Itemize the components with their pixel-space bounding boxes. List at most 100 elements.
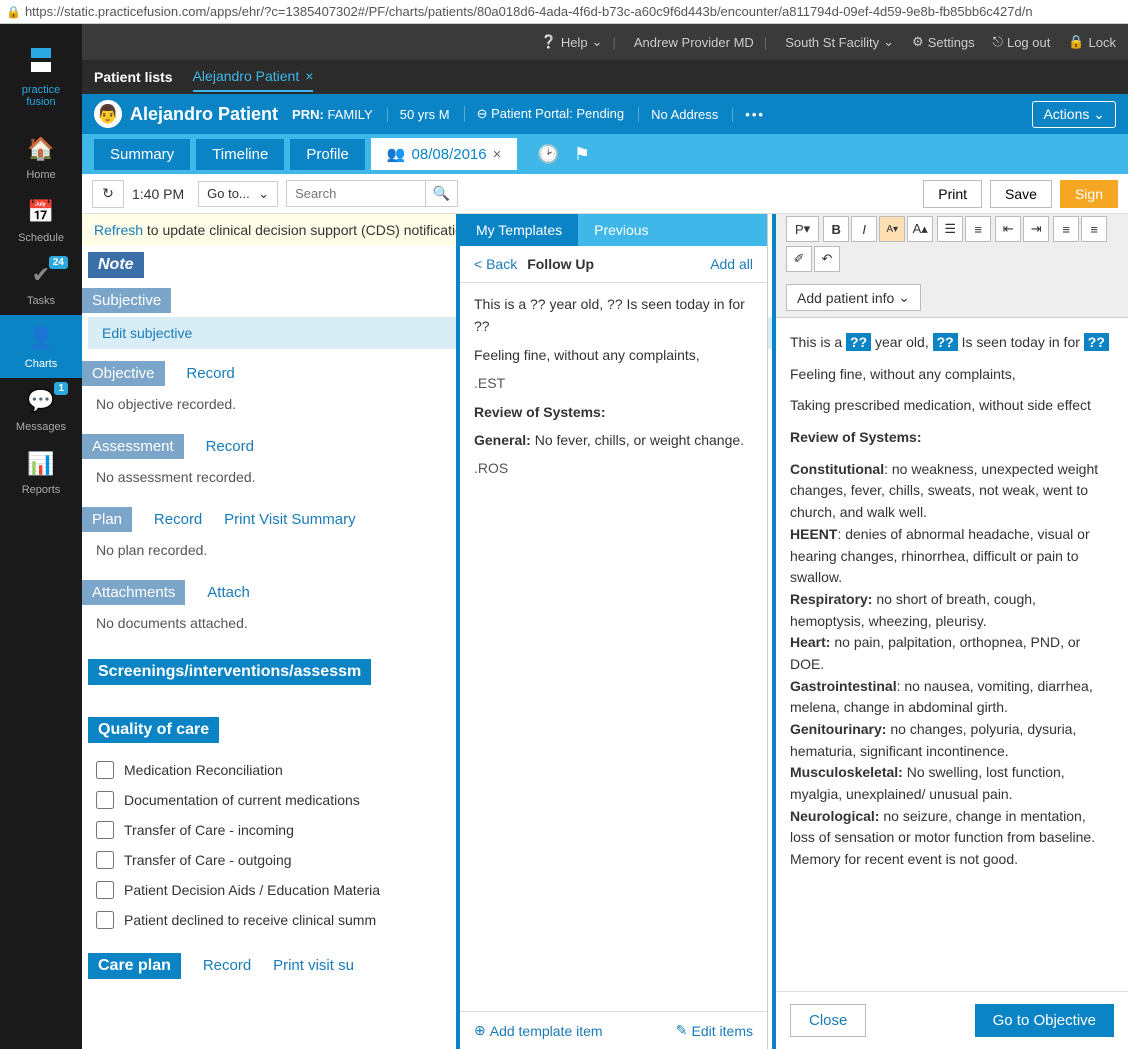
brand-text-1: practice: [21, 84, 61, 96]
print-visit-link[interactable]: Print Visit Summary: [224, 511, 355, 528]
edit-items-link[interactable]: ✎Edit items: [676, 1022, 753, 1039]
subjective-editor[interactable]: This is a ?? year old, ?? Is seen today …: [776, 318, 1128, 991]
search-input[interactable]: [286, 180, 426, 207]
tab-patient-lists[interactable]: Patient lists: [94, 69, 173, 85]
nav-messages[interactable]: 1 💬 Messages: [0, 378, 82, 441]
patient-avatar[interactable]: 👨: [94, 100, 122, 128]
history-icon[interactable]: 🕑: [537, 144, 559, 165]
logout-link[interactable]: ⎋Log out: [993, 34, 1051, 50]
calendar-icon: 📅: [0, 199, 82, 225]
add-all-link[interactable]: Add all: [710, 256, 753, 272]
templates-panel: My Templates Previous < Back Follow Up A…: [456, 214, 768, 1049]
numbered-list-button[interactable]: ≡: [965, 216, 991, 242]
undo-button[interactable]: ↶: [814, 246, 840, 272]
plus-circle-icon: ⊕: [474, 1022, 486, 1039]
nav-tasks-label: Tasks: [27, 295, 55, 307]
qoc-checkbox-3[interactable]: [96, 851, 114, 869]
record-objective-link[interactable]: Record: [186, 365, 234, 382]
placeholder-sex[interactable]: ??: [933, 333, 958, 351]
logo-icon: [21, 40, 61, 80]
plan-header: Plan: [82, 507, 132, 532]
chevron-down-icon: ⌄: [592, 34, 603, 50]
close-button[interactable]: Close: [790, 1004, 866, 1037]
placeholder-reason[interactable]: ??: [1084, 333, 1109, 351]
qoc-checkbox-1[interactable]: [96, 791, 114, 809]
align-left-button[interactable]: ≡: [1053, 216, 1079, 242]
actions-button[interactable]: Actions ⌄: [1032, 101, 1116, 128]
settings-link[interactable]: ⚙Settings: [912, 34, 975, 50]
help-menu[interactable]: ❔Help⌄: [541, 34, 603, 50]
chevron-down-icon: ⌄: [258, 186, 269, 202]
flag-icon[interactable]: ⚑: [574, 144, 590, 165]
attach-link[interactable]: Attach: [207, 584, 250, 601]
brand-logo[interactable]: practice fusion: [21, 32, 61, 116]
record-plan-link[interactable]: Record: [154, 511, 202, 528]
print-visit-lc-link[interactable]: Print visit su: [273, 957, 354, 974]
lock-link[interactable]: 🔒Lock: [1068, 34, 1116, 50]
bullet-list-button[interactable]: ☰: [937, 216, 963, 242]
refresh-icon: ↻: [102, 185, 114, 202]
editor-toolbar: P ▾ B I A▾ A▴ ☰ ≡ ⇤ ⇥: [776, 214, 1128, 318]
logout-icon: ⎋: [993, 34, 1003, 50]
qoc-checkbox-2[interactable]: [96, 821, 114, 839]
qoc-title: Quality of care: [88, 717, 219, 743]
qoc-checkbox-0[interactable]: [96, 761, 114, 779]
tab-encounter[interactable]: 👥 08/08/2016 ×: [371, 138, 518, 170]
age-info: 50 yrs M: [387, 107, 450, 122]
tab-profile[interactable]: Profile: [290, 139, 365, 170]
tab-timeline[interactable]: Timeline: [196, 139, 284, 170]
address-info[interactable]: No Address: [638, 107, 718, 122]
facility-menu[interactable]: South St Facility⌄: [785, 34, 894, 50]
outdent-button[interactable]: ⇤: [995, 216, 1021, 242]
nav-home[interactable]: 🏠 Home: [0, 126, 82, 189]
go-to-objective-button[interactable]: Go to Objective: [975, 1004, 1114, 1037]
workspace-tabs: Patient lists Alejandro Patient ×: [82, 60, 1128, 94]
refresh-button[interactable]: ↻: [92, 180, 124, 208]
user-label[interactable]: Andrew Provider MD: [634, 35, 754, 50]
careplan-title: Care plan: [88, 953, 181, 979]
tab-my-templates[interactable]: My Templates: [460, 214, 578, 246]
font-size-up-button[interactable]: A▴: [907, 216, 933, 242]
refresh-link[interactable]: Refresh: [94, 222, 143, 238]
tab-previous[interactable]: Previous: [578, 214, 664, 246]
template-body[interactable]: This is a ?? year old, ?? Is seen today …: [460, 283, 767, 1011]
more-menu[interactable]: •••: [732, 107, 765, 122]
nav-tasks[interactable]: 24 ✔ Tasks: [0, 252, 82, 315]
nav-reports[interactable]: 📊 Reports: [0, 441, 82, 504]
clear-format-button[interactable]: ✐: [786, 246, 812, 272]
close-icon[interactable]: ×: [305, 68, 313, 84]
chevron-down-icon: ⌄: [1093, 106, 1105, 122]
help-icon: ❔: [541, 34, 557, 50]
italic-button[interactable]: I: [851, 216, 877, 242]
sign-button[interactable]: Sign: [1060, 180, 1118, 208]
nav-charts[interactable]: 👤 Charts: [0, 315, 82, 378]
brand-text-2: fusion: [21, 96, 61, 108]
tab-summary[interactable]: Summary: [94, 139, 190, 170]
save-button[interactable]: Save: [990, 180, 1052, 208]
placeholder-age[interactable]: ??: [846, 333, 871, 351]
portal-info[interactable]: ⊖ Patient Portal: Pending: [464, 106, 625, 122]
record-assessment-link[interactable]: Record: [206, 438, 254, 455]
tab-patient[interactable]: Alejandro Patient ×: [193, 68, 314, 92]
qoc-checkbox-5[interactable]: [96, 911, 114, 929]
print-button[interactable]: Print: [923, 180, 982, 208]
gear-icon: ⚙: [912, 34, 924, 50]
nav-schedule[interactable]: 📅 Schedule: [0, 189, 82, 252]
align-center-button[interactable]: ≡: [1081, 216, 1107, 242]
add-template-item-link[interactable]: ⊕Add template item: [474, 1022, 603, 1039]
search-button[interactable]: 🔍: [426, 180, 458, 207]
template-back-link[interactable]: < Back: [474, 256, 517, 272]
goto-dropdown[interactable]: Go to...⌄: [198, 181, 278, 207]
top-bar: ❔Help⌄ | Andrew Provider MD | South St F…: [82, 24, 1128, 60]
indent-button[interactable]: ⇥: [1023, 216, 1049, 242]
record-careplan-link[interactable]: Record: [203, 957, 251, 974]
font-size-down-button[interactable]: A▾: [879, 216, 905, 242]
paragraph-style-dropdown[interactable]: P ▾: [786, 216, 819, 242]
add-patient-info-dropdown[interactable]: Add patient info⌄: [786, 284, 921, 311]
close-icon[interactable]: ×: [493, 146, 502, 163]
qoc-checkbox-4[interactable]: [96, 881, 114, 899]
bold-button[interactable]: B: [823, 216, 849, 242]
chevron-down-icon: ▾: [804, 221, 811, 237]
encounter-toolbar: ↻ 1:40 PM Go to...⌄ 🔍 Print Save Sign: [82, 174, 1128, 214]
left-sidebar: practice fusion 🏠 Home 📅 Schedule 24 ✔ T…: [0, 24, 82, 1049]
